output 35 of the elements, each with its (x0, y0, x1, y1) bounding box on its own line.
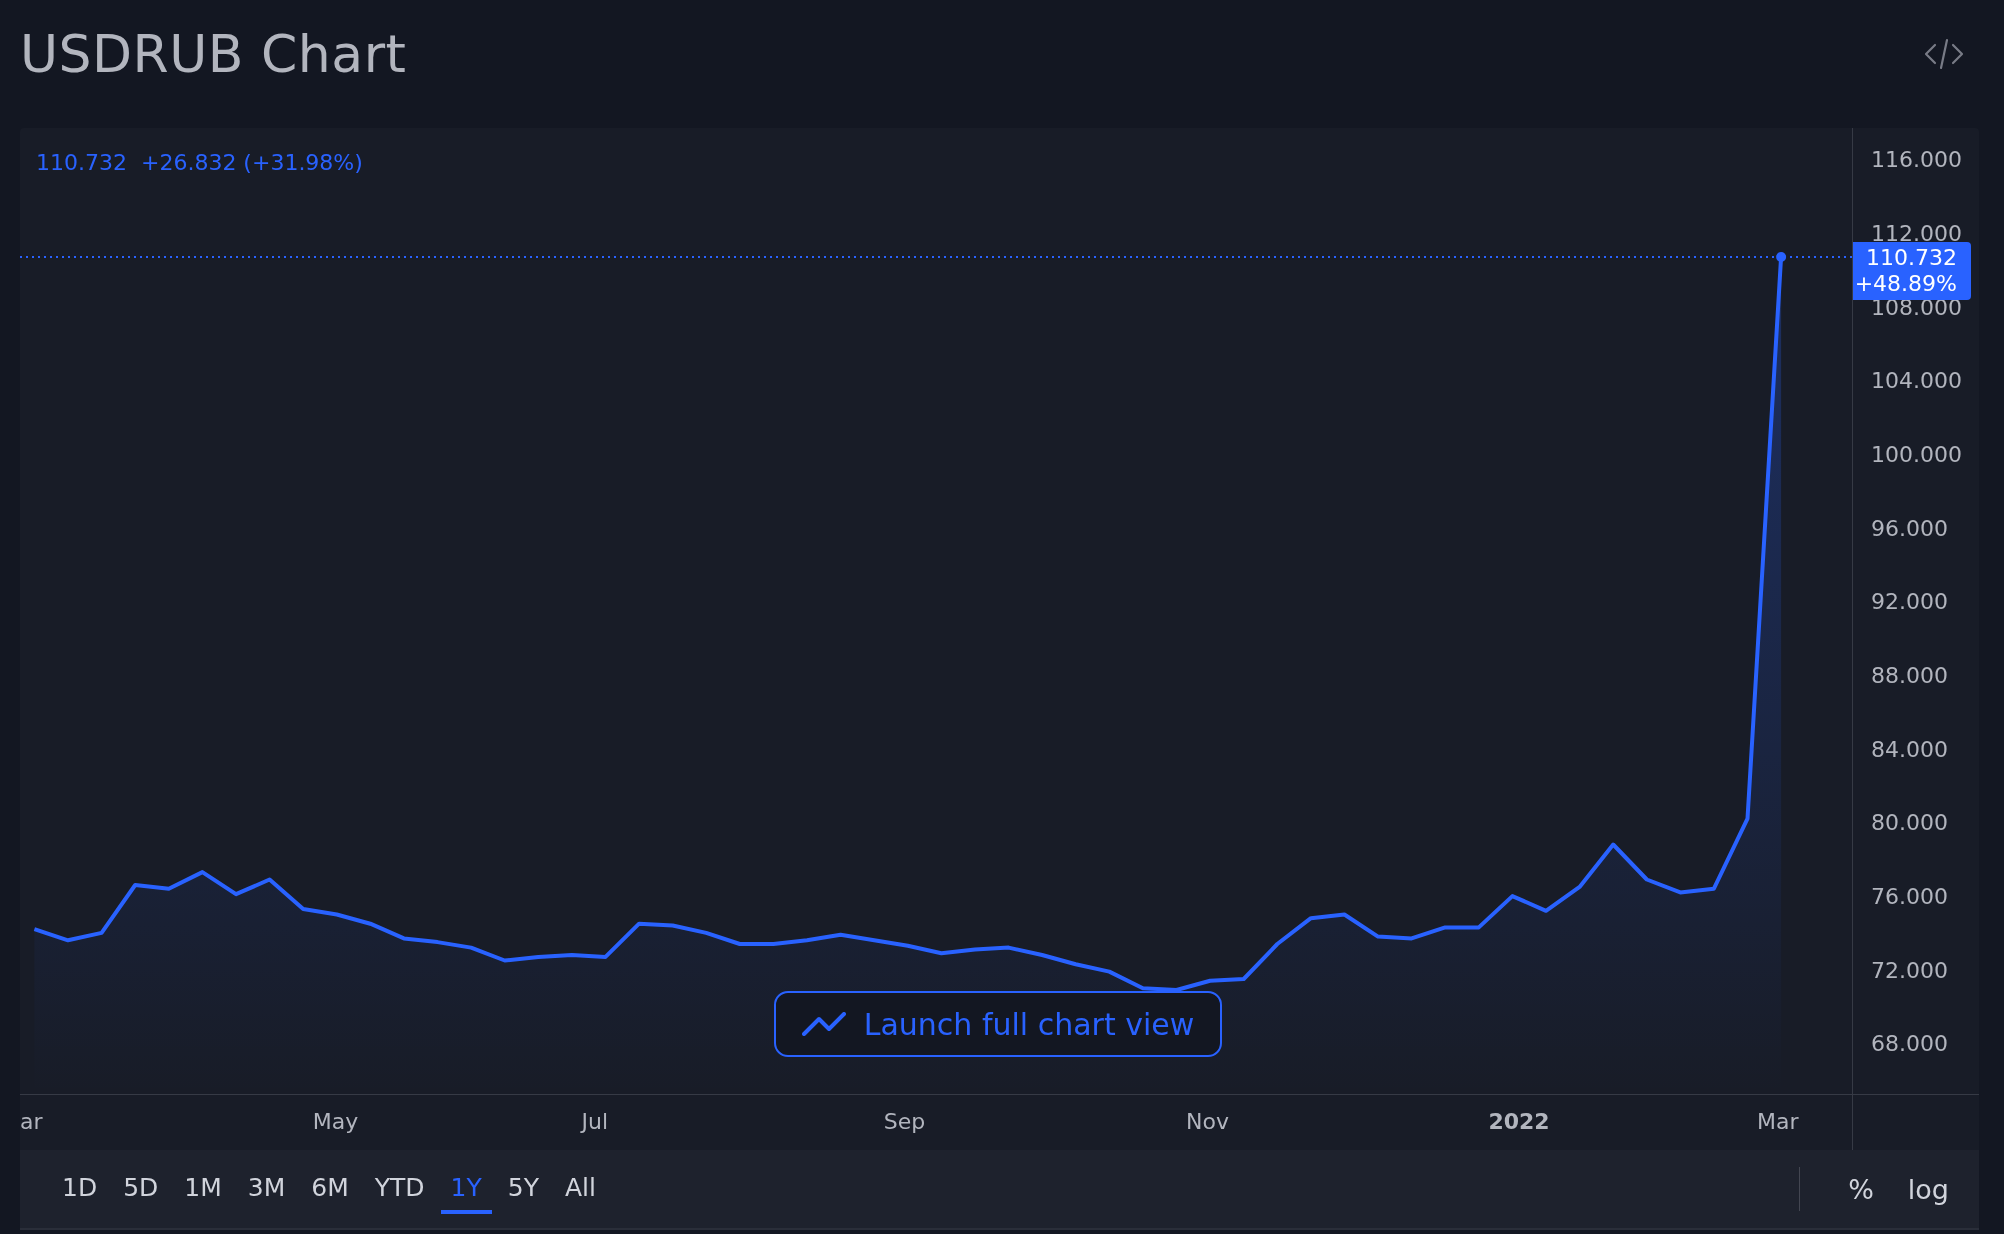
time-axis-label: Jul (581, 1109, 608, 1134)
time-axis-label: Mar (1757, 1109, 1799, 1134)
price-axis-label: 116.000 (1871, 146, 1962, 172)
price-axis-label: 92.000 (1871, 588, 1948, 614)
time-axis-label: Nov (1186, 1109, 1229, 1134)
price-axis-label: 72.000 (1871, 957, 1948, 983)
code-icon[interactable] (1923, 37, 1965, 71)
price-legend: 110.732 +26.832 (+31.98%) (36, 150, 363, 175)
price-axis-label: 104.000 (1871, 367, 1962, 393)
price-axis-label: 68.000 (1871, 1030, 1948, 1056)
price-axis-label: 96.000 (1871, 515, 1948, 541)
chart-title: USDRUB Chart (20, 24, 407, 84)
time-axis-label: 2022 (1488, 1109, 1550, 1134)
time-axis-label: Sep (883, 1109, 926, 1134)
price-axis-label: 76.000 (1871, 883, 1948, 909)
range-tab[interactable]: 5Y (497, 1164, 549, 1214)
scale-toggle[interactable]: log (1897, 1165, 1959, 1213)
range-tab[interactable]: 3M (237, 1164, 296, 1214)
last-price-dot (1776, 251, 1787, 262)
time-axis-label: ar (20, 1109, 43, 1134)
time-axis-label: May (312, 1109, 359, 1134)
scale-toggle[interactable]: % (1838, 1165, 1884, 1213)
trend-line-icon (801, 1012, 846, 1036)
last-price-badge: 110.732 +48.89% (1853, 241, 1971, 300)
price-axis-label: 80.000 (1871, 809, 1948, 835)
price-axis-label: 88.000 (1871, 662, 1948, 688)
price-axis-label: 84.000 (1871, 736, 1948, 762)
range-tab[interactable]: 1D (52, 1164, 108, 1214)
range-tab[interactable]: YTD (364, 1164, 435, 1214)
range-tab[interactable]: 5D (113, 1164, 169, 1214)
range-tab[interactable]: 1M (174, 1164, 232, 1214)
range-tab[interactable]: 6M (301, 1164, 359, 1214)
launch-chart-button[interactable]: Launch full chart view (774, 991, 1222, 1057)
range-tab[interactable]: All (554, 1164, 606, 1214)
price-axis-label: 100.000 (1871, 441, 1962, 467)
